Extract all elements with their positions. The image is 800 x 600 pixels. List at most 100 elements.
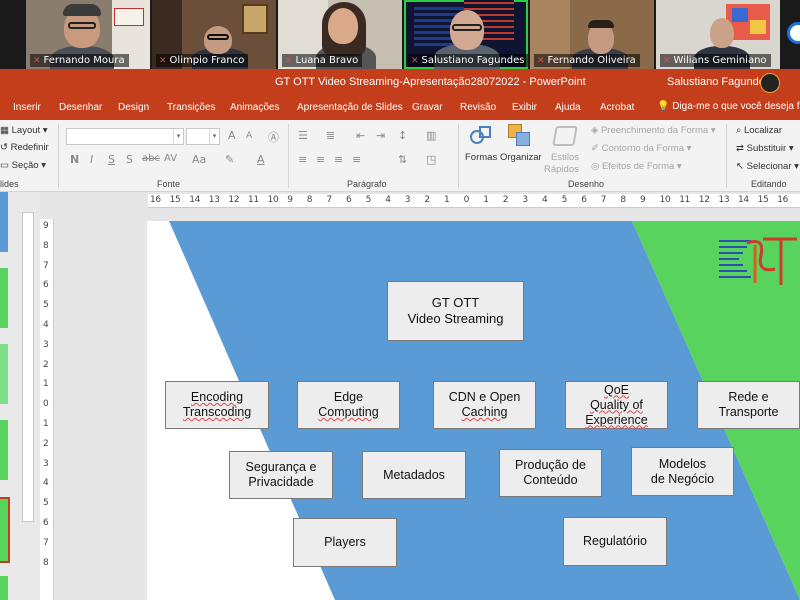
- ruler-tick-label: 4: [43, 320, 49, 330]
- find-button[interactable]: ⌕ Localizar: [736, 125, 782, 136]
- tab-design[interactable]: Design: [118, 102, 149, 113]
- tab-transicoes[interactable]: Transições: [167, 102, 216, 113]
- ruler-tick-label: 5: [43, 498, 49, 509]
- ruler-tick-label: 4: [385, 195, 391, 205]
- topic-cdn-open-caching[interactable]: CDN e Open Caching: [433, 381, 536, 429]
- bullets-icon[interactable]: ☰: [298, 129, 308, 142]
- ruler-tick-label: 1: [43, 379, 49, 390]
- slide-thumbnail[interactable]: [0, 576, 8, 600]
- thumbnails-scrollbar[interactable]: [22, 212, 34, 522]
- tab-exibir[interactable]: Exibir: [512, 102, 537, 113]
- tab-apresentacao[interactable]: Apresentação de Slides: [297, 102, 403, 113]
- quick-styles-icon[interactable]: [552, 126, 578, 146]
- slide-thumbnails-pane[interactable]: [0, 192, 40, 600]
- select-button[interactable]: ↖ Selecionar ▾: [736, 161, 799, 172]
- topic-producao-conteudo[interactable]: Produção de Conteúdo: [499, 449, 602, 497]
- bold-button[interactable]: N: [70, 153, 79, 166]
- tab-gravar[interactable]: Gravar: [412, 102, 443, 113]
- topic-rede-transporte[interactable]: Rede e Transporte: [697, 381, 800, 429]
- tab-revisao[interactable]: Revisão: [460, 102, 496, 113]
- font-name-combo[interactable]: ▾: [66, 128, 184, 145]
- slide-thumbnail[interactable]: [0, 420, 8, 480]
- strikethrough-button[interactable]: abc: [142, 153, 160, 164]
- ruler-tick-label: 0: [43, 399, 49, 410]
- tab-acrobat[interactable]: Acrobat: [600, 102, 634, 113]
- line-spacing-icon[interactable]: ↕: [398, 129, 407, 142]
- shapes-icon[interactable]: [470, 126, 492, 146]
- ruler-tick-label: 1: [43, 419, 49, 429]
- text-direction-icon[interactable]: ⇅: [398, 153, 407, 166]
- decrease-indent-icon[interactable]: ⇤: [356, 129, 365, 142]
- topic-edge-computing[interactable]: Edge Computing: [297, 381, 400, 429]
- increase-indent-icon[interactable]: ⇥: [376, 129, 385, 142]
- ruler-tick-label: 9: [43, 221, 49, 231]
- align-center-icon[interactable]: ≡: [316, 153, 325, 166]
- change-case-button[interactable]: Aa: [192, 153, 206, 166]
- slide-thumbnail[interactable]: [0, 192, 8, 252]
- layout-button[interactable]: ▦ Layout ▾: [0, 125, 48, 136]
- shrink-font-button[interactable]: A: [246, 131, 252, 141]
- align-right-icon[interactable]: ≡: [334, 153, 343, 166]
- slide-thumbnail-selected[interactable]: [0, 497, 10, 563]
- font-size-combo[interactable]: ▾: [186, 128, 220, 145]
- title-bar: GT OTT Video Streaming-Apresentação28072…: [0, 69, 800, 96]
- ruler-tick-label: 16: [777, 195, 789, 205]
- video-tile-wilians-geminiano[interactable]: ✕ Wilians Geminiano: [656, 0, 780, 69]
- ruler-tick-label: 13: [208, 195, 220, 205]
- replace-button[interactable]: ⇄ Substituir ▾: [736, 143, 794, 154]
- align-left-icon[interactable]: ≡: [298, 153, 307, 166]
- signed-in-user[interactable]: Salustiano Fagundes: [667, 76, 770, 88]
- underline-button[interactable]: S: [108, 153, 115, 166]
- arrange-icon[interactable]: [508, 124, 532, 146]
- shapes-button[interactable]: Formas: [465, 152, 497, 163]
- topic-metadados[interactable]: Metadados: [362, 451, 466, 499]
- shape-effects-button[interactable]: ◎ Efeitos de Forma ▾: [591, 161, 682, 172]
- tab-animacoes[interactable]: Animações: [230, 102, 279, 113]
- topic-players[interactable]: Players: [293, 518, 397, 567]
- vertical-ruler: 9 8 7 6 5 4 3 2 1 0 1 2 3 4 5 6 7 8: [40, 219, 54, 600]
- tell-me-search[interactable]: 💡 Diga-me o que você deseja fazer: [657, 101, 800, 112]
- topic-encoding-transcoding[interactable]: Encoding Transcoding: [165, 381, 269, 429]
- tab-ajuda[interactable]: Ajuda: [555, 102, 581, 113]
- quick-styles-button-line2[interactable]: Rápidos: [544, 164, 579, 175]
- video-tile-salustiano-fagundes[interactable]: ✕ Salustiano Fagundes: [404, 0, 528, 69]
- video-tile-luana-bravo[interactable]: ✕ Luana Bravo: [278, 0, 402, 69]
- ruler-tick-label: 8: [43, 557, 49, 568]
- clear-format-icon[interactable]: Ⓐ: [268, 129, 279, 145]
- smartart-icon[interactable]: ◳: [426, 153, 436, 166]
- char-spacing-button[interactable]: AV: [164, 153, 177, 164]
- ruler-tick-label: 14: [738, 195, 749, 205]
- italic-button[interactable]: I: [90, 153, 93, 166]
- ruler-tick-label: 3: [404, 195, 411, 205]
- shadow-button[interactable]: S: [126, 153, 133, 166]
- reset-button[interactable]: ↺ Redefinir: [0, 142, 49, 153]
- columns-icon[interactable]: ▥: [426, 129, 436, 142]
- font-color-button[interactable]: A: [257, 153, 265, 166]
- video-tile-fernando-moura[interactable]: ✕ Fernando Moura: [26, 0, 150, 69]
- section-button[interactable]: ▭ Seção ▾: [0, 160, 46, 171]
- highlight-icon[interactable]: ✎: [225, 153, 234, 166]
- topic-regulatorio[interactable]: Regulatório: [563, 517, 667, 566]
- slide-thumbnail[interactable]: [0, 344, 8, 404]
- video-tile-olimpio-franco[interactable]: ✕ Olimpio Franco: [152, 0, 276, 69]
- title-box[interactable]: GT OTT Video Streaming: [387, 281, 524, 341]
- slide-thumbnail[interactable]: [0, 268, 8, 328]
- muted-mic-icon: ✕: [663, 56, 671, 66]
- shape-fill-button[interactable]: ◈ Preenchimento da Forma ▾: [591, 125, 716, 136]
- grow-font-button[interactable]: A: [228, 129, 236, 142]
- topic-seguranca-privacidade[interactable]: Segurança e Privacidade: [229, 451, 333, 499]
- tab-desenhar[interactable]: Desenhar: [59, 102, 102, 113]
- topic-modelos-negocio[interactable]: Modelos de Negócio: [631, 447, 734, 496]
- topic-qoe[interactable]: QoE Quality of Experience: [565, 381, 668, 429]
- quick-styles-button[interactable]: Estilos: [551, 152, 579, 163]
- arrange-button[interactable]: Organizar: [500, 152, 542, 163]
- justify-icon[interactable]: ≡: [352, 153, 361, 166]
- numbering-icon[interactable]: ≣: [326, 129, 335, 142]
- shape-outline-button[interactable]: ✐ Contorno da Forma ▾: [591, 143, 691, 154]
- video-tile-fernando-oliveira[interactable]: ✕ Fernando Oliveira: [530, 0, 654, 69]
- user-avatar[interactable]: [760, 73, 780, 93]
- ruler-tick-label: 6: [43, 280, 49, 291]
- slide-canvas[interactable]: GT OTT Video Streaming Encoding Transcodin…: [147, 221, 800, 600]
- tab-inserir[interactable]: Inserir: [13, 102, 41, 113]
- more-participants-icon[interactable]: [787, 22, 800, 44]
